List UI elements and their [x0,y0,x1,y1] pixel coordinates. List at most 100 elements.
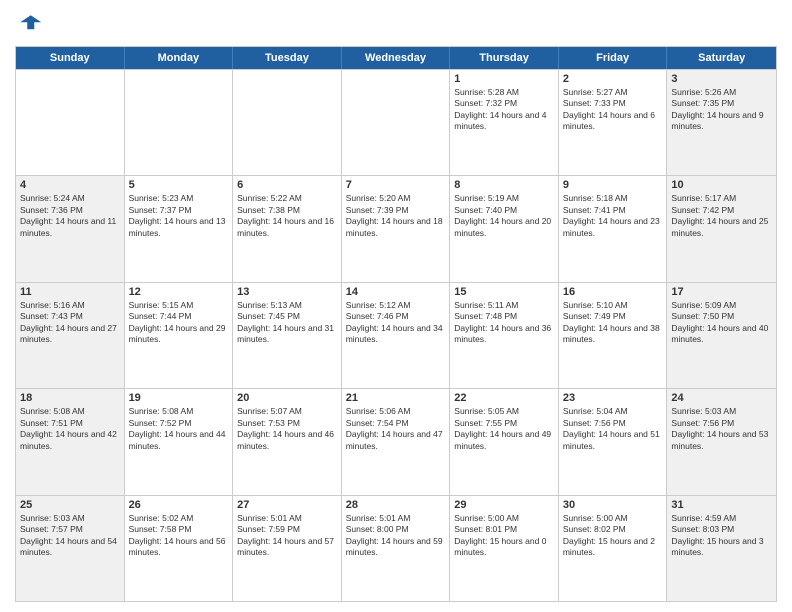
day-number: 17 [671,286,772,298]
weekday-header: Wednesday [342,47,451,69]
calendar-cell: 30 Sunrise: 5:00 AMSunset: 8:02 PMDayligh… [559,496,668,601]
calendar-cell: 13Sunrise: 5:13 AMSunset: 7:45 PMDayligh… [233,283,342,388]
calendar-cell: 12 Sunrise: 5:15 AMSunset: 7:44 PMDayligh… [125,283,234,388]
calendar-cell: 21 Sunrise: 5:06 AMSunset: 7:54 PMDayligh… [342,389,451,494]
calendar-cell: 2 Sunrise: 5:27 AMSunset: 7:33 PMDaylight… [559,70,668,175]
cell-text: Sunrise: 5:22 AMSunset: 7:38 PMDaylight:… [237,193,337,239]
cell-text: Sunrise: 5:15 AMSunset: 7:44 PMDaylight:… [129,300,229,346]
calendar-cell: 8 Sunrise: 5:19 AMSunset: 7:40 PMDaylight… [450,176,559,281]
day-number: 20 [237,392,337,404]
day-number: 22 [454,392,554,404]
cell-text: Sunrise: 5:26 AMSunset: 7:35 PMDaylight:… [671,87,772,133]
weekday-header: Saturday [667,47,776,69]
calendar-cell: 22 Sunrise: 5:05 AMSunset: 7:55 PMDayligh… [450,389,559,494]
calendar-cell [16,70,125,175]
calendar-cell [125,70,234,175]
calendar-cell: 17Sunrise: 5:09 AMSunset: 7:50 PMDayligh… [667,283,776,388]
cell-text: Sunrise: 5:20 AMSunset: 7:39 PMDaylight:… [346,193,446,239]
day-number: 26 [129,499,229,511]
day-number: 23 [563,392,663,404]
calendar: SundayMondayTuesdayWednesdayThursdayFrid… [15,46,777,602]
day-number: 21 [346,392,446,404]
day-number: 11 [20,286,120,298]
cell-text: Sunrise: 5:03 AMSunset: 7:56 PMDaylight:… [671,406,772,452]
cell-text: Sunrise: 5:07 AMSunset: 7:53 PMDaylight:… [237,406,337,452]
day-number: 13 [237,286,337,298]
calendar-week: 11Sunrise: 5:16 AMSunset: 7:43 PMDayligh… [16,282,776,388]
cell-text: Sunrise: 5:28 AMSunset: 7:32 PMDaylight:… [454,87,554,133]
calendar-cell: 27Sunrise: 5:01 AMSunset: 7:59 PMDayligh… [233,496,342,601]
day-number: 2 [563,73,663,85]
weekday-header: Monday [125,47,234,69]
calendar-cell: 4Sunrise: 5:24 AMSunset: 7:36 PMDaylight… [16,176,125,281]
calendar-cell: 29 Sunrise: 5:00 AMSunset: 8:01 PMDayligh… [450,496,559,601]
day-number: 18 [20,392,120,404]
day-number: 25 [20,499,120,511]
cell-text: Sunrise: 5:01 AMSunset: 8:00 PMDaylight:… [346,513,446,559]
cell-text: Sunrise: 5:06 AMSunset: 7:54 PMDaylight:… [346,406,446,452]
cell-text: Sunrise: 5:01 AMSunset: 7:59 PMDaylight:… [237,513,337,559]
calendar-cell: 18 Sunrise: 5:08 AMSunset: 7:51 PMDayligh… [16,389,125,494]
cell-text: Sunrise: 5:00 AMSunset: 8:02 PMDaylight:… [563,513,663,559]
calendar-cell: 9 Sunrise: 5:18 AMSunset: 7:41 PMDaylight… [559,176,668,281]
page: SundayMondayTuesdayWednesdayThursdayFrid… [0,0,792,612]
calendar-cell: 31 Sunrise: 4:59 AMSunset: 8:03 PMDayligh… [667,496,776,601]
cell-text: Sunrise: 5:24 AMSunset: 7:36 PMDaylight:… [20,193,120,239]
calendar-cell: 1 Sunrise: 5:28 AMSunset: 7:32 PMDaylight… [450,70,559,175]
day-number: 5 [129,179,229,191]
day-number: 3 [671,73,772,85]
calendar-cell: 7Sunrise: 5:20 AMSunset: 7:39 PMDaylight… [342,176,451,281]
calendar-week: 18 Sunrise: 5:08 AMSunset: 7:51 PMDayligh… [16,388,776,494]
day-number: 29 [454,499,554,511]
day-number: 12 [129,286,229,298]
cell-text: Sunrise: 5:18 AMSunset: 7:41 PMDaylight:… [563,193,663,239]
cell-text: Sunrise: 5:05 AMSunset: 7:55 PMDaylight:… [454,406,554,452]
calendar-cell: 14 Sunrise: 5:12 AMSunset: 7:46 PMDayligh… [342,283,451,388]
calendar-header-row: SundayMondayTuesdayWednesdayThursdayFrid… [16,47,776,69]
cell-text: Sunrise: 5:08 AMSunset: 7:51 PMDaylight:… [20,406,120,452]
calendar-cell [342,70,451,175]
calendar-cell: 20 Sunrise: 5:07 AMSunset: 7:53 PMDayligh… [233,389,342,494]
cell-text: Sunrise: 5:03 AMSunset: 7:57 PMDaylight:… [20,513,120,559]
calendar-week: 25 Sunrise: 5:03 AMSunset: 7:57 PMDayligh… [16,495,776,601]
cell-text: Sunrise: 5:27 AMSunset: 7:33 PMDaylight:… [563,87,663,133]
cell-text: Sunrise: 5:00 AMSunset: 8:01 PMDaylight:… [454,513,554,559]
weekday-header: Thursday [450,47,559,69]
calendar-cell: 15 Sunrise: 5:11 AMSunset: 7:48 PMDayligh… [450,283,559,388]
calendar-cell: 5 Sunrise: 5:23 AMSunset: 7:37 PMDaylight… [125,176,234,281]
day-number: 24 [671,392,772,404]
day-number: 19 [129,392,229,404]
calendar-cell: 25 Sunrise: 5:03 AMSunset: 7:57 PMDayligh… [16,496,125,601]
cell-text: Sunrise: 5:19 AMSunset: 7:40 PMDaylight:… [454,193,554,239]
weekday-header: Tuesday [233,47,342,69]
logo-icon [15,10,43,38]
day-number: 14 [346,286,446,298]
day-number: 6 [237,179,337,191]
cell-text: Sunrise: 5:11 AMSunset: 7:48 PMDaylight:… [454,300,554,346]
calendar-week: 1 Sunrise: 5:28 AMSunset: 7:32 PMDaylight… [16,69,776,175]
calendar-cell: 24 Sunrise: 5:03 AMSunset: 7:56 PMDayligh… [667,389,776,494]
calendar-cell: 28 Sunrise: 5:01 AMSunset: 8:00 PMDayligh… [342,496,451,601]
calendar-cell: 19 Sunrise: 5:08 AMSunset: 7:52 PMDayligh… [125,389,234,494]
day-number: 8 [454,179,554,191]
day-number: 9 [563,179,663,191]
cell-text: Sunrise: 5:08 AMSunset: 7:52 PMDaylight:… [129,406,229,452]
day-number: 15 [454,286,554,298]
weekday-header: Friday [559,47,668,69]
cell-text: Sunrise: 5:12 AMSunset: 7:46 PMDaylight:… [346,300,446,346]
day-number: 16 [563,286,663,298]
day-number: 31 [671,499,772,511]
day-number: 1 [454,73,554,85]
cell-text: Sunrise: 5:10 AMSunset: 7:49 PMDaylight:… [563,300,663,346]
calendar-cell: 3 Sunrise: 5:26 AMSunset: 7:35 PMDaylight… [667,70,776,175]
calendar-cell: 26 Sunrise: 5:02 AMSunset: 7:58 PMDayligh… [125,496,234,601]
cell-text: Sunrise: 5:02 AMSunset: 7:58 PMDaylight:… [129,513,229,559]
calendar-week: 4Sunrise: 5:24 AMSunset: 7:36 PMDaylight… [16,175,776,281]
cell-text: Sunrise: 5:23 AMSunset: 7:37 PMDaylight:… [129,193,229,239]
cell-text: Sunrise: 5:17 AMSunset: 7:42 PMDaylight:… [671,193,772,239]
day-number: 28 [346,499,446,511]
weekday-header: Sunday [16,47,125,69]
cell-text: Sunrise: 4:59 AMSunset: 8:03 PMDaylight:… [671,513,772,559]
calendar-body: 1 Sunrise: 5:28 AMSunset: 7:32 PMDaylight… [16,69,776,601]
day-number: 30 [563,499,663,511]
